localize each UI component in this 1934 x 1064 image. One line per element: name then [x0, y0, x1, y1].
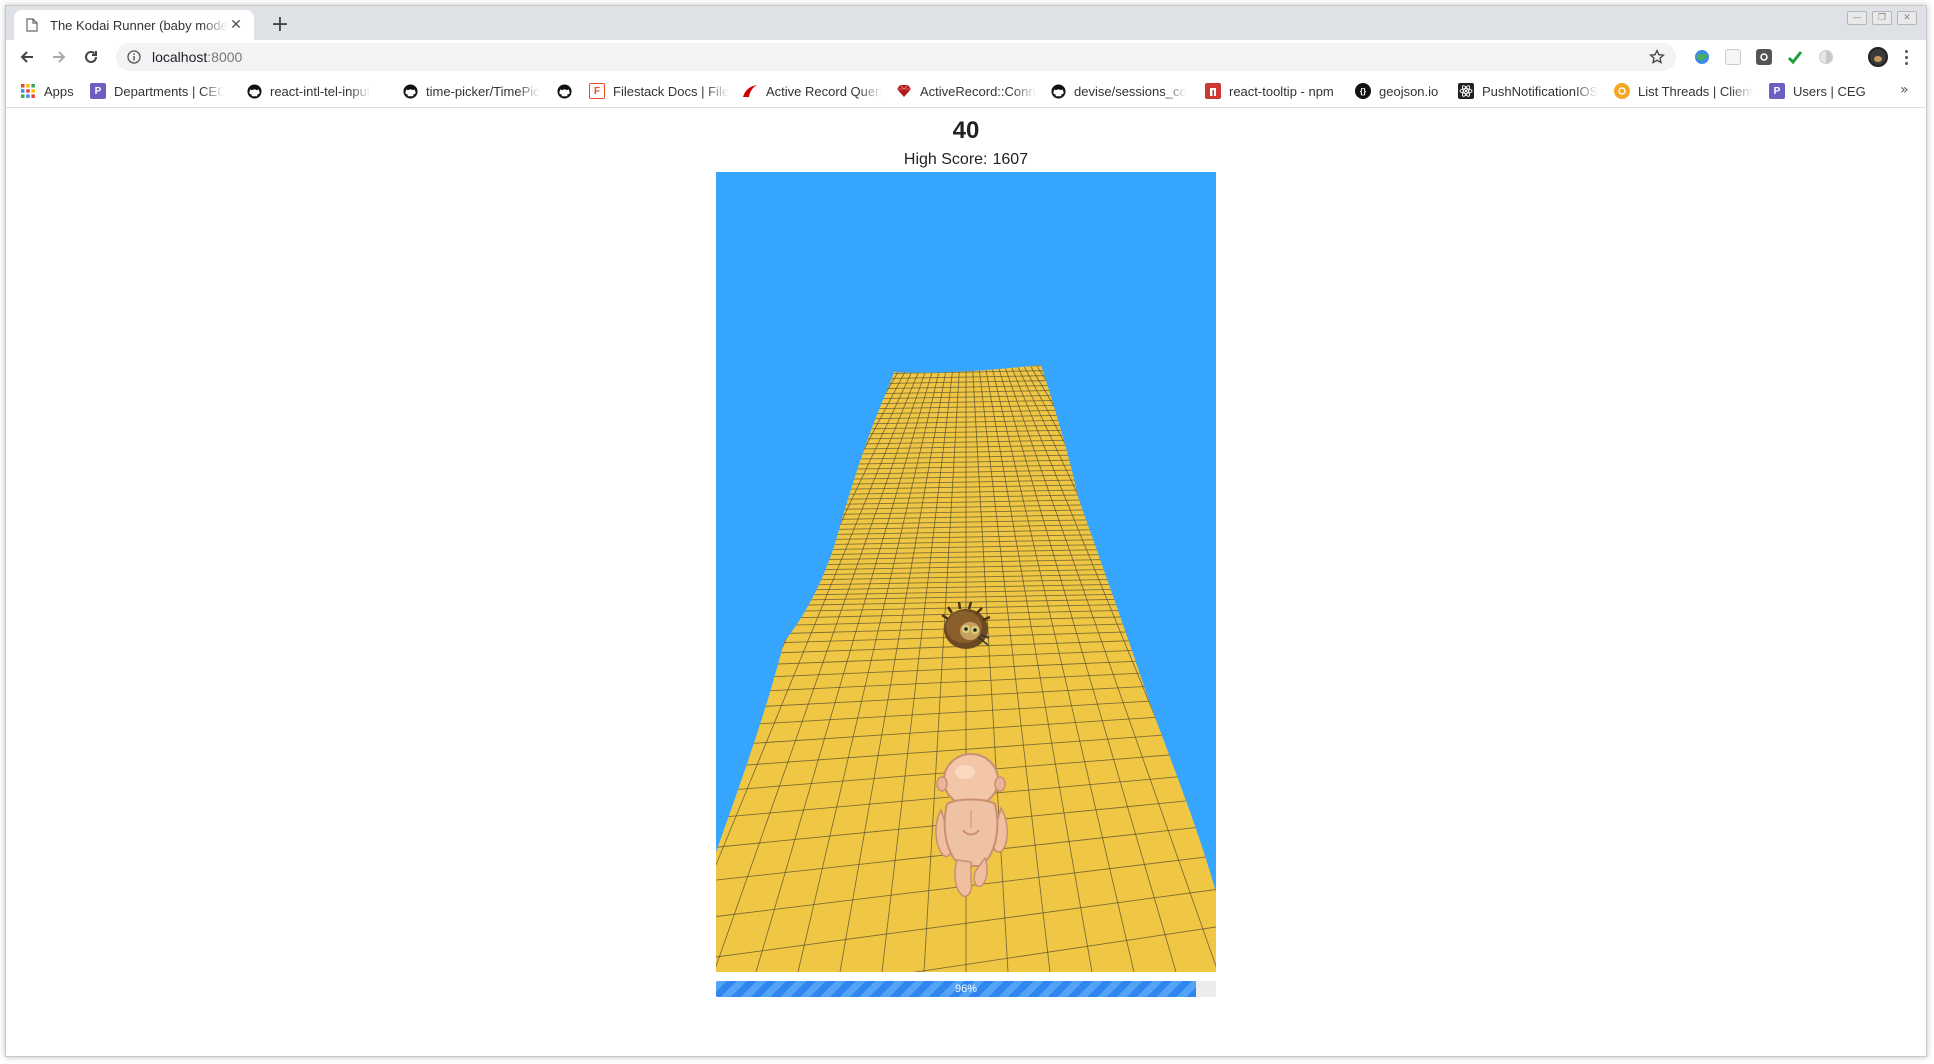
p-logo-icon: P — [1769, 83, 1785, 99]
tab-close-icon[interactable]: ✕ — [228, 17, 244, 33]
bookmark-star-icon[interactable] — [1648, 48, 1666, 66]
url-port: :8000 — [207, 49, 243, 65]
bookmark-active-record-query[interactable]: Active Record Query — [742, 82, 882, 100]
high-score-value: 1607 — [992, 151, 1029, 168]
bookmark-label: ActiveRecord::Conn — [920, 83, 1036, 99]
bookmark-label: geojson.io — [1379, 83, 1439, 99]
game-canvas[interactable] — [716, 172, 1216, 972]
page-icon — [24, 17, 40, 33]
current-score: 40 — [952, 117, 980, 144]
loading-progress-bar: 96% — [716, 981, 1216, 997]
minimize-icon[interactable]: — — [1847, 11, 1867, 25]
address-bar[interactable]: localhost:8000 — [116, 43, 1676, 71]
progress-label: 96% — [954, 983, 978, 995]
forward-arrow-icon — [53, 51, 66, 63]
bookmark-users-ceg[interactable]: P Users | CEG — [1769, 82, 1866, 100]
new-tab-button[interactable]: + — [268, 14, 292, 38]
github-icon — [246, 83, 262, 99]
bookmark-label: react-tooltip - npm — [1229, 83, 1334, 99]
geojson-icon: {} — [1355, 83, 1371, 99]
rails-icon — [742, 83, 758, 99]
back-button[interactable] — [14, 44, 40, 70]
apps-grid-icon — [20, 83, 36, 99]
react-icon — [1458, 83, 1474, 99]
high-score-label: High Score: — [903, 151, 988, 168]
bookmark-list-threads[interactable]: List Threads | Client — [1614, 82, 1754, 100]
high-score: High Score: 1607 — [6, 151, 1926, 169]
screen: The Kodai Runner (baby mode) ✕ + — ❐ ✕ l… — [0, 0, 1934, 1064]
npm-icon — [1205, 83, 1221, 99]
bookmark-label: List Threads | Client — [1638, 83, 1754, 99]
browser-window: The Kodai Runner (baby mode) ✕ + — ❐ ✕ l… — [5, 5, 1927, 1057]
url-host: localhost — [152, 49, 208, 65]
github-icon — [1050, 83, 1066, 99]
ruby-icon — [896, 83, 912, 99]
bookmark-devise-sessions[interactable]: devise/sessions_co — [1050, 82, 1190, 100]
back-arrow-icon — [20, 51, 33, 63]
bookmark-time-picker[interactable]: time-picker/TimePicker — [402, 82, 540, 100]
bookmark-label: Active Record Query — [766, 83, 882, 99]
filestack-icon: F — [589, 83, 605, 99]
github-icon — [556, 83, 572, 99]
bookmark-github[interactable] — [556, 82, 576, 100]
bookmark-label: time-picker/TimePicker — [426, 83, 540, 99]
close-icon[interactable]: ✕ — [1897, 11, 1917, 25]
bookmark-geojson[interactable]: {} geojson.io — [1355, 82, 1438, 100]
bookmark-departments[interactable]: P Departments | CEG — [90, 82, 224, 100]
url-text[interactable]: localhost:8000 — [152, 49, 242, 65]
circle-extension-icon[interactable] — [1818, 49, 1834, 65]
bookmark-filestack[interactable]: F Filestack Docs | File — [589, 82, 729, 100]
github-icon — [402, 83, 418, 99]
shield-extension-icon[interactable] — [1756, 49, 1772, 65]
restore-icon[interactable]: ❐ — [1872, 11, 1892, 25]
bookmark-label: PushNotificationIOS — [1482, 83, 1599, 99]
bookmark-pushnotificationios[interactable]: PushNotificationIOS — [1458, 82, 1600, 100]
profile-avatar[interactable] — [1868, 47, 1888, 67]
bookmark-label: Filestack Docs | File — [613, 83, 729, 99]
bookmarks-overflow-button[interactable]: » — [1900, 82, 1909, 98]
page-content: 40 High Score: 1607 96% — [6, 109, 1926, 1056]
bookmark-activerecord-conn[interactable]: ActiveRecord::Conn — [896, 82, 1036, 100]
bookmark-label: react-intl-tel-input — [270, 83, 371, 99]
browser-menu-icon[interactable] — [1896, 47, 1916, 67]
bookmark-label: Apps — [44, 83, 74, 99]
reload-button[interactable] — [78, 44, 104, 70]
orange-circle-icon — [1614, 83, 1630, 99]
bookmark-label: Users | CEG — [1793, 83, 1866, 99]
bookmarks-bar: Apps P Departments | CEG react-intl-tel-… — [6, 74, 1926, 108]
reload-icon — [85, 50, 97, 63]
browser-tab[interactable]: The Kodai Runner (baby mode) ✕ — [14, 10, 254, 40]
globe-extension-icon[interactable] — [1694, 49, 1710, 65]
tab-strip: The Kodai Runner (baby mode) ✕ + — ❐ ✕ — [6, 6, 1926, 40]
browser-toolbar: localhost:8000 — [6, 40, 1926, 74]
grid-extension-icon[interactable] — [1725, 49, 1741, 65]
bookmark-react-intl-tel-input[interactable]: react-intl-tel-input — [246, 82, 388, 100]
bookmark-label: Departments | CEG — [114, 83, 224, 99]
forward-button[interactable] — [46, 44, 72, 70]
game-scene — [716, 172, 1216, 972]
tab-title: The Kodai Runner (baby mode) — [50, 17, 228, 33]
p-logo-icon: P — [90, 83, 106, 99]
bookmark-react-tooltip[interactable]: react-tooltip - npm — [1205, 82, 1334, 100]
bookmark-label: devise/sessions_co — [1074, 83, 1187, 99]
checkmark-extension-icon[interactable] — [1787, 49, 1803, 65]
info-icon[interactable] — [126, 49, 142, 65]
bookmark-apps[interactable]: Apps — [20, 82, 74, 100]
